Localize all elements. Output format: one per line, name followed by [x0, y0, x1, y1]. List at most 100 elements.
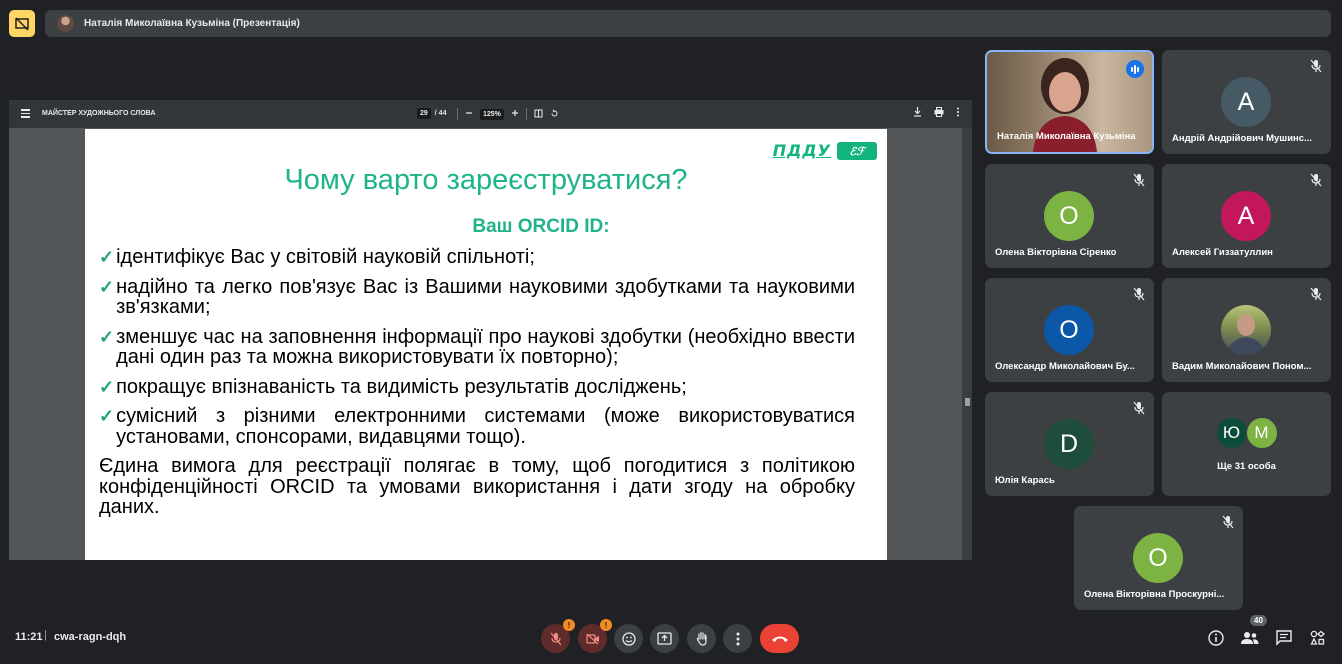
participant-avatar: O — [1044, 305, 1094, 355]
activities-icon — [1310, 630, 1326, 645]
warning-badge: ! — [563, 619, 575, 631]
others-count-label: Ще 31 особа — [1217, 461, 1276, 472]
chat-button[interactable] — [1274, 628, 1294, 648]
zoom-controls: 125% — [457, 108, 559, 120]
more-options-button[interactable] — [723, 624, 752, 653]
slide-final-note: Єдина вимога для реєстрації полягає в то… — [99, 455, 855, 518]
mic-off-icon — [550, 632, 561, 645]
current-page-input[interactable]: 29 — [417, 108, 431, 119]
participant-avatar: O — [1133, 533, 1183, 583]
participant-photo-avatar — [1221, 305, 1271, 355]
participant-name: Наталія Миколаївна Кузьміна — [997, 131, 1136, 142]
bullet-text: покращує впізнаваність та видимість резу… — [116, 375, 687, 398]
slide-bullet: ✓ сумісний з різними електронними система… — [99, 406, 855, 447]
participant-avatar: Ю — [1214, 416, 1249, 450]
slide-bullet: ✓ ідентифікує Вас у світовій науковій спі… — [99, 247, 855, 268]
presenter-title: Наталія Миколаївна Кузьміна (Презентація… — [84, 18, 300, 29]
people-icon — [1241, 632, 1259, 644]
scrollbar-thumb[interactable] — [965, 398, 970, 406]
presenter-bar: Наталія Миколаївна Кузьміна (Презентація… — [45, 10, 1331, 37]
more-vert-icon — [736, 632, 739, 645]
participant-tile[interactable]: A Андрій Андрійович Мушинс... — [1162, 50, 1331, 154]
participant-count-badge: 40 — [1250, 615, 1267, 626]
meeting-code: cwa-ragn-dqh — [54, 631, 127, 643]
camera-button[interactable]: ! — [578, 619, 612, 653]
mic-off-icon — [1310, 59, 1322, 73]
check-icon: ✓ — [99, 276, 115, 297]
participant-tile[interactable]: O Олена Вікторівна Проскурні... — [1074, 506, 1243, 610]
participant-name: Олена Вікторівна Сіренко — [995, 247, 1117, 258]
slide-bullet: ✓ надійно та легко пов'язує Вас із Вашими… — [99, 275, 855, 318]
warning-badge: ! — [600, 619, 612, 631]
more-vert-icon[interactable] — [956, 107, 960, 120]
slide-bullet: ✓ зменшує час на заповнення інформації пр… — [99, 325, 855, 368]
present-button[interactable] — [650, 624, 679, 653]
participant-name: Олена Вікторівна Проскурні... — [1084, 589, 1225, 600]
bullet-text: надійно та легко пов'язує Вас із Вашими … — [116, 275, 855, 318]
logo-mark: ℰℱ — [837, 142, 877, 160]
speaking-indicator-icon — [1126, 60, 1144, 78]
participant-tile[interactable]: D Юлія Карась — [985, 392, 1154, 496]
participant-avatar: A — [1221, 77, 1271, 127]
mic-off-icon — [1133, 173, 1145, 187]
presentation-area: МАЙСТЕР ХУДОЖНЬОГО СЛОВА 29 / 44 125% ПД… — [9, 100, 972, 560]
presentation-slide: ПДДУ ℰℱ Чому варто зареєструватися? Ваш … — [85, 129, 887, 560]
logo-text: ПДДУ — [772, 141, 831, 160]
pdf-document-title: МАЙСТЕР ХУДОЖНЬОГО СЛОВА — [42, 110, 156, 117]
meeting-details-button[interactable] — [1206, 628, 1226, 648]
pdf-actions — [913, 107, 960, 120]
rotate-icon[interactable] — [550, 109, 559, 120]
phone-hangup-icon — [771, 636, 788, 642]
menu-icon[interactable] — [21, 109, 30, 118]
mic-off-icon — [1310, 287, 1322, 301]
participant-tile[interactable]: O Олександр Миколайович Бу... — [985, 278, 1154, 382]
people-button[interactable] — [1240, 628, 1260, 648]
participant-avatar: A — [1221, 191, 1271, 241]
chat-icon — [1276, 630, 1292, 646]
hand-icon — [696, 631, 707, 646]
bullet-text: сумісний з різними електронними системам… — [116, 405, 855, 448]
slide-subtitle: Ваш ORCID ID: — [472, 216, 610, 237]
participant-name: Вадим Миколайович Поном... — [1172, 361, 1312, 372]
slide-body: ✓ ідентифікує Вас у світовій науковій спі… — [99, 247, 855, 518]
zoom-in-icon[interactable] — [511, 109, 519, 119]
participant-tile-speaker[interactable]: Наталія Миколаївна Кузьміна — [985, 50, 1154, 154]
participant-name: Алексей Гиззатуллин — [1172, 247, 1273, 258]
participant-name: Олександр Миколайович Бу... — [995, 361, 1135, 372]
activities-button[interactable] — [1308, 628, 1328, 648]
reactions-button[interactable] — [614, 624, 643, 653]
leave-call-button[interactable] — [760, 624, 799, 653]
participant-avatar: M — [1244, 416, 1279, 450]
info-icon — [1208, 630, 1224, 646]
others-tile[interactable]: Ю M Ще 31 особа — [1162, 392, 1331, 496]
print-icon[interactable] — [934, 107, 944, 120]
download-icon[interactable] — [913, 107, 922, 120]
raise-hand-button[interactable] — [687, 624, 716, 653]
fit-page-icon[interactable] — [534, 109, 543, 120]
check-icon: ✓ — [99, 406, 115, 426]
toolbar-divider — [525, 108, 527, 120]
participant-avatar: D — [1044, 419, 1094, 469]
participant-tile[interactable]: O Олена Вікторівна Сіренко — [985, 164, 1154, 268]
presentation-off-icon[interactable] — [9, 10, 35, 37]
bullet-text: зменшує час на заповнення інформації про… — [116, 325, 855, 368]
microphone-button[interactable]: ! — [541, 619, 575, 653]
check-icon: ✓ — [99, 326, 115, 347]
pdf-toolbar: МАЙСТЕР ХУДОЖНЬОГО СЛОВА 29 / 44 125% — [9, 100, 972, 128]
participant-name: Юлія Карась — [995, 475, 1055, 486]
pdf-scrollbar[interactable] — [962, 128, 972, 560]
presenter-avatar — [57, 15, 74, 32]
emoji-icon — [621, 631, 636, 646]
slide-bullet: ✓ покращує впізнаваність та видимість рез… — [99, 375, 855, 398]
page-indicator: 29 / 44 — [417, 108, 446, 119]
check-icon: ✓ — [99, 376, 115, 397]
mic-off-icon — [1133, 401, 1145, 415]
participant-tile[interactable]: Вадим Миколайович Поном... — [1162, 278, 1331, 382]
zoom-level-input[interactable]: 125% — [480, 108, 504, 120]
participant-tile[interactable]: A Алексей Гиззатуллин — [1162, 164, 1331, 268]
camera-off-icon — [585, 633, 599, 644]
participant-name: Андрій Андрійович Мушинс... — [1172, 133, 1312, 144]
participant-avatar: O — [1044, 191, 1094, 241]
others-avatars: Ю M — [1162, 416, 1331, 450]
zoom-out-icon[interactable] — [465, 109, 473, 119]
